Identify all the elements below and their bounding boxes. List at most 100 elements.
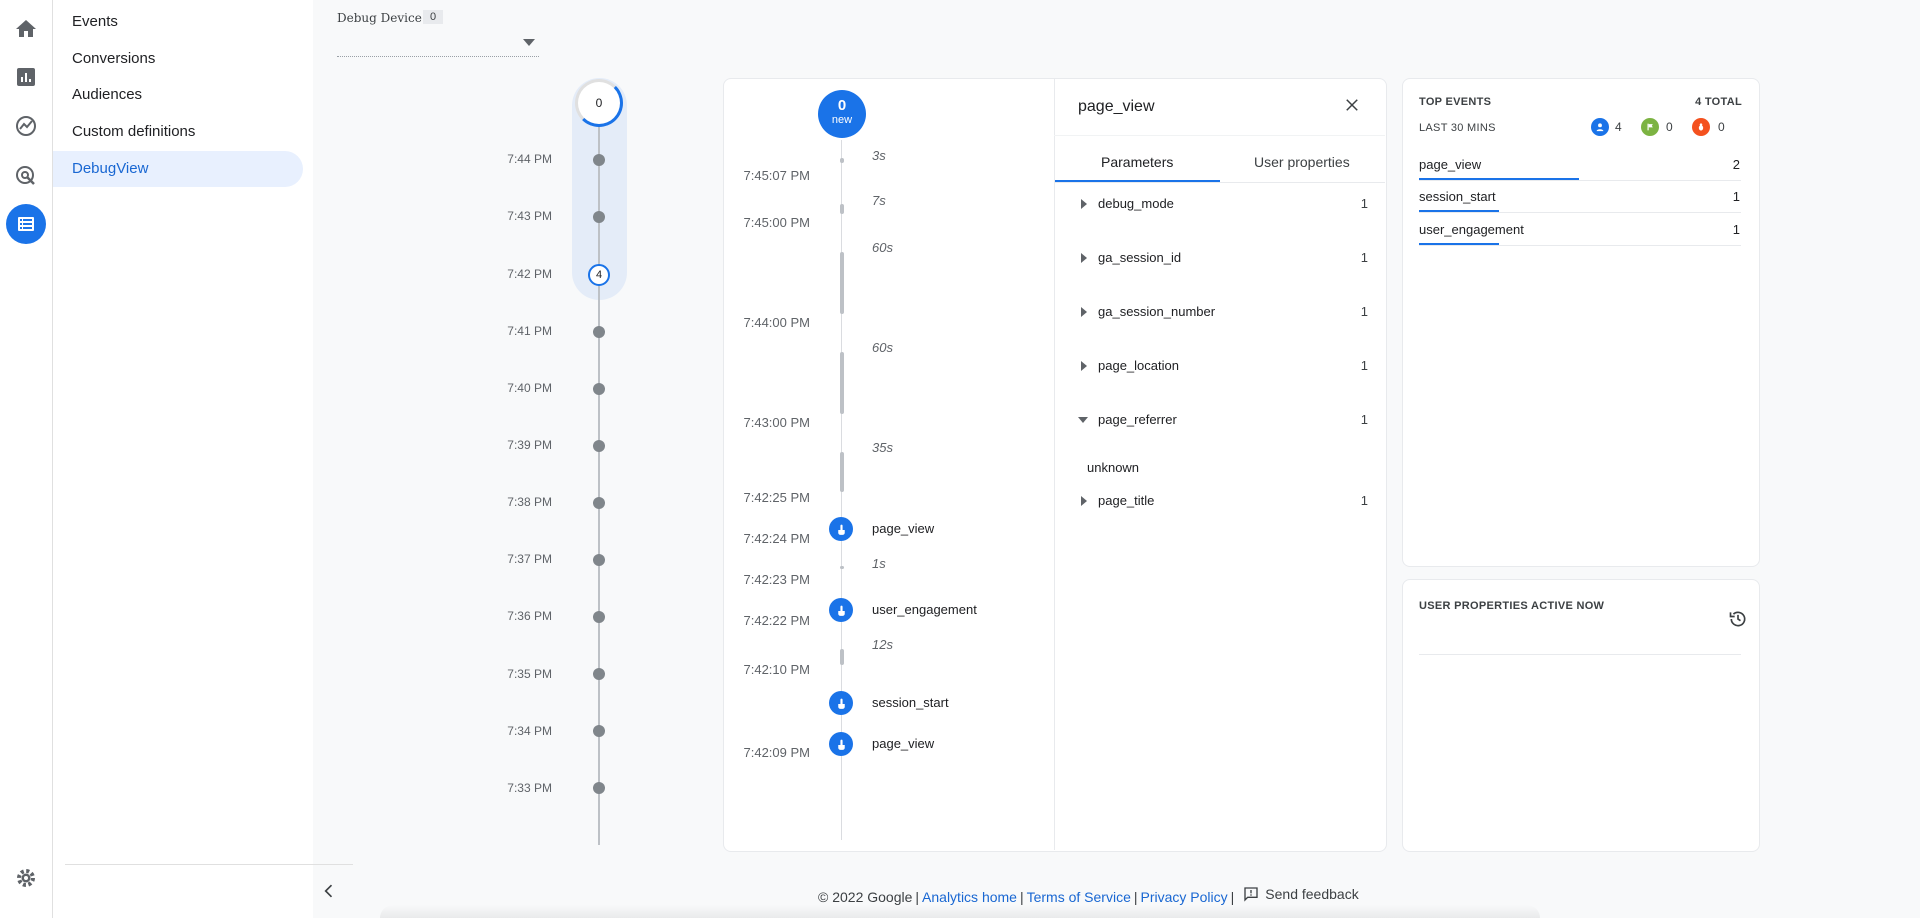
time-gap-segment xyxy=(840,158,844,163)
parameter-count: 1 xyxy=(1360,196,1368,211)
caret-right-icon[interactable] xyxy=(1081,307,1087,317)
page-referrer-value: unknown xyxy=(1087,460,1140,475)
nav-item-custom-definitions[interactable]: Custom definitions xyxy=(53,114,303,150)
users-count: 4 xyxy=(1615,120,1622,134)
advertising-icon[interactable] xyxy=(6,156,46,196)
footer-link-terms[interactable]: Terms of Service xyxy=(1027,889,1131,905)
parameter-name[interactable]: ga_session_id xyxy=(1098,250,1181,265)
tab-parameters[interactable]: Parameters xyxy=(1101,154,1173,170)
minute-dot[interactable] xyxy=(593,326,605,338)
event-timestamp: 7:45:00 PM xyxy=(743,215,811,230)
caret-down-icon[interactable] xyxy=(1078,417,1088,423)
minute-event-badge[interactable]: 4 xyxy=(588,264,610,286)
footer-shadow xyxy=(380,905,1540,918)
conversions-count: 0 xyxy=(1666,120,1673,134)
touch-event-icon[interactable] xyxy=(829,691,853,715)
parameter-name[interactable]: page_location xyxy=(1098,358,1179,373)
top-events-title: TOP EVENTS xyxy=(1419,96,1492,108)
footer-link-analytics-home[interactable]: Analytics home xyxy=(922,889,1017,905)
top-event-name[interactable]: page_view xyxy=(1419,157,1481,172)
time-gap-segment xyxy=(840,649,844,665)
parameter-name[interactable]: page_referrer xyxy=(1098,412,1177,427)
explore-icon[interactable] xyxy=(6,106,46,146)
time-gap-label: 60s xyxy=(872,340,893,355)
footer: © 2022 Google | Analytics home | Terms of Se… xyxy=(818,886,1359,905)
feedback-icon xyxy=(1244,887,1258,902)
minute-dot[interactable] xyxy=(593,383,605,395)
minute-dot[interactable] xyxy=(593,440,605,452)
touch-event-icon[interactable] xyxy=(829,732,853,756)
top-events-period: LAST 30 MINS xyxy=(1419,122,1496,134)
caret-right-icon[interactable] xyxy=(1081,199,1087,209)
minute-dot[interactable] xyxy=(593,782,605,794)
send-feedback-label: Send feedback xyxy=(1265,886,1359,902)
settings-gear-icon[interactable] xyxy=(6,858,46,898)
configure-icon[interactable] xyxy=(6,204,46,244)
minute-dot[interactable] xyxy=(593,211,605,223)
top-event-divider xyxy=(1419,180,1741,181)
tabs-bottom-border xyxy=(1054,182,1385,183)
time-gap-segment xyxy=(840,352,844,414)
event-name[interactable]: session_start xyxy=(872,695,949,710)
debug-device-dropdown[interactable] xyxy=(337,34,539,57)
nav-item-debugview[interactable]: DebugView xyxy=(53,151,303,187)
time-gap-segment xyxy=(840,452,844,492)
time-gap-segment xyxy=(840,252,844,314)
minute-dot[interactable] xyxy=(593,554,605,566)
top-event-name[interactable]: user_engagement xyxy=(1419,222,1524,237)
time-gap-segment xyxy=(840,204,844,214)
minute-dot[interactable] xyxy=(593,668,605,680)
minute-top-counter[interactable]: 0 xyxy=(575,79,623,127)
nav-item-events[interactable]: Events xyxy=(53,4,303,40)
top-event-name[interactable]: session_start xyxy=(1419,189,1496,204)
minute-dot[interactable] xyxy=(593,725,605,737)
nav-item-audiences[interactable]: Audiences xyxy=(53,77,303,113)
event-timestamp: 7:42:22 PM xyxy=(743,613,811,628)
caret-right-icon[interactable] xyxy=(1081,361,1087,371)
collapse-nav-button[interactable] xyxy=(315,877,343,905)
parameter-count: 1 xyxy=(1360,412,1368,427)
history-icon xyxy=(1729,611,1746,627)
history-button[interactable] xyxy=(1727,608,1749,630)
reports-icon[interactable] xyxy=(6,57,46,97)
event-name[interactable]: page_view xyxy=(872,521,934,536)
touch-event-icon[interactable] xyxy=(829,598,853,622)
left-rail xyxy=(0,0,53,918)
new-events-counter[interactable]: 0 new xyxy=(818,90,866,138)
chevron-left-icon xyxy=(324,884,333,898)
send-feedback-button[interactable]: Send feedback xyxy=(1243,886,1359,902)
home-icon[interactable] xyxy=(6,9,46,49)
close-button[interactable] xyxy=(1340,93,1364,117)
touch-event-icon[interactable] xyxy=(829,517,853,541)
parameter-name[interactable]: page_title xyxy=(1098,493,1154,508)
minute-label: 7:42 PM xyxy=(507,267,552,281)
event-name[interactable]: user_engagement xyxy=(872,602,977,617)
nav-item-conversions[interactable]: Conversions xyxy=(53,41,303,77)
event-timestamp: 7:42:24 PM xyxy=(743,531,811,546)
time-gap-label: 35s xyxy=(872,440,893,455)
conversion-flag-icon xyxy=(1641,118,1659,136)
tabs-divider xyxy=(1054,135,1385,136)
minute-dot[interactable] xyxy=(593,154,605,166)
event-timestamp: 7:42:09 PM xyxy=(743,745,811,760)
parameter-name[interactable]: debug_mode xyxy=(1098,196,1174,211)
time-gap-label: 7s xyxy=(872,193,886,208)
errors-count: 0 xyxy=(1718,120,1725,134)
minute-dot[interactable] xyxy=(593,611,605,623)
debug-device-count-badge: 0 xyxy=(423,10,444,24)
caret-right-icon[interactable] xyxy=(1081,253,1087,263)
parameter-name[interactable]: ga_session_number xyxy=(1098,304,1215,319)
time-gap-label: 1s xyxy=(872,556,886,571)
user-properties-card xyxy=(1402,579,1760,852)
footer-link-privacy[interactable]: Privacy Policy xyxy=(1141,889,1228,905)
minute-label: 7:35 PM xyxy=(507,667,552,681)
caret-right-icon[interactable] xyxy=(1081,496,1087,506)
minute-dot[interactable] xyxy=(593,497,605,509)
event-timestamp: 7:42:25 PM xyxy=(743,490,811,505)
event-timestamp: 7:42:23 PM xyxy=(743,572,811,587)
event-name[interactable]: page_view xyxy=(872,736,934,751)
minute-label: 7:36 PM xyxy=(507,609,552,623)
new-events-count: 0 xyxy=(837,97,847,114)
tab-user-properties[interactable]: User properties xyxy=(1254,154,1350,170)
new-events-label: new xyxy=(831,114,853,126)
